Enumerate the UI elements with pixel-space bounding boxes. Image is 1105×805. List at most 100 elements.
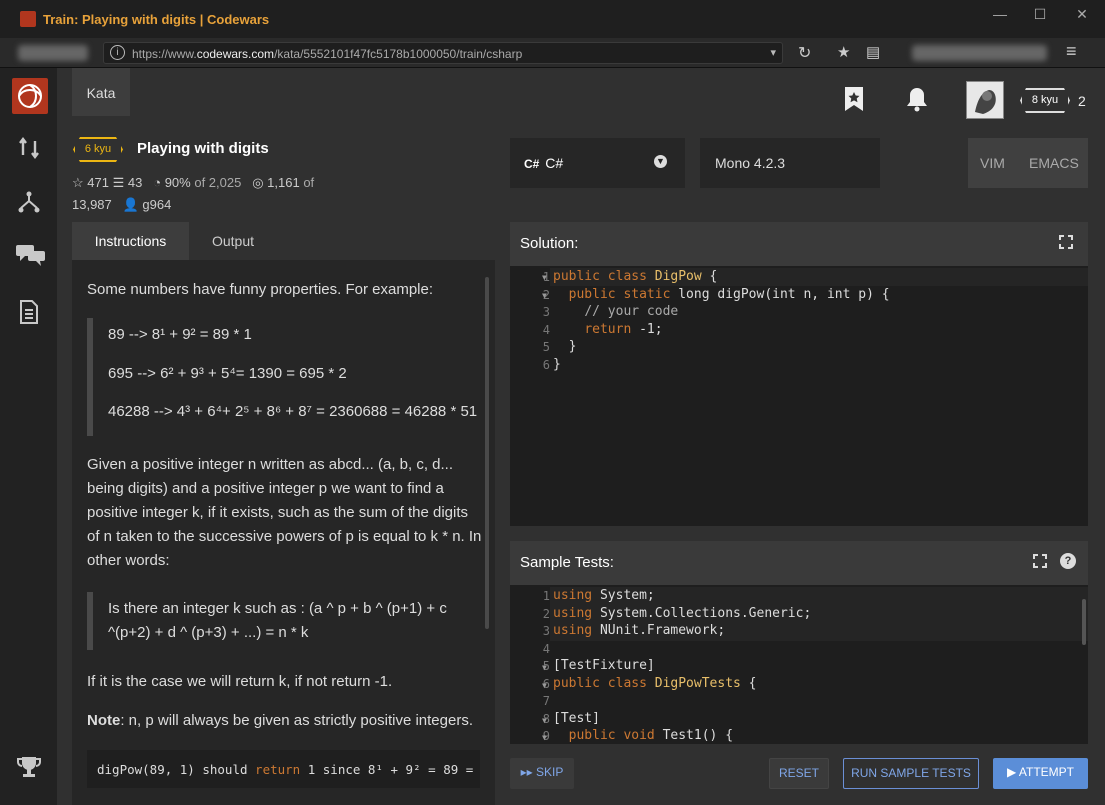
training-icon[interactable] — [16, 135, 42, 161]
total-count: 13,987 — [72, 197, 112, 212]
skip-button[interactable]: ▸▸ SKIP — [510, 758, 574, 789]
satisfaction-rating: 90% — [164, 175, 191, 190]
solution-header: Solution: — [510, 222, 1088, 266]
instructions-panel: Instructions Output Some numbers have fu… — [72, 222, 495, 805]
user-rank-badge[interactable]: 8 kyu — [1020, 88, 1070, 113]
tab-instructions[interactable]: Instructions — [72, 222, 189, 260]
bookmark-icon[interactable] — [843, 86, 865, 117]
example-line: 89 --> 8¹ + 9² = 89 * 1 — [108, 326, 252, 343]
sample-tests-panel: Sample Tests: ? 1 2 3 4 5 6 7 8 9 ▼ ▼ ▼ … — [510, 541, 1088, 744]
main-area: Kata 8 kyu 2 6 kyu Playing with digits ☆… — [57, 68, 1105, 805]
blurred-extensions — [912, 45, 1047, 61]
line-number: 5 — [542, 340, 550, 354]
description-paragraph: Given a positive integer n written as ab… — [87, 456, 482, 569]
return-rule-text: If it is the case we will return k, if n… — [87, 673, 393, 690]
url-text[interactable]: https://www.codewars.com/kata/5552101f47… — [132, 47, 522, 61]
leaderboard-icon[interactable] — [16, 754, 42, 780]
skip-icon: ▸▸ — [520, 765, 537, 779]
vim-mode-button[interactable]: VIM — [980, 138, 1005, 188]
reload-icon[interactable]: ↻ — [798, 43, 811, 63]
editor-modes: VIM EMACS — [968, 138, 1088, 188]
line-number: 1 — [542, 589, 550, 603]
example-code-block: digPow(89, 1) should return 1 since 8¹ +… — [87, 750, 480, 788]
instructions-scrollbar[interactable] — [485, 277, 489, 629]
blurred-nav-buttons — [18, 45, 88, 61]
language-select[interactable]: C# C# ▼ — [510, 138, 685, 188]
stars-count: 471 — [87, 175, 109, 190]
codewars-logo-icon[interactable] — [12, 78, 48, 114]
forks-icon[interactable] — [16, 189, 42, 215]
completed-of: of — [303, 175, 315, 190]
author-icon: 👤 — [122, 197, 139, 212]
bell-icon[interactable] — [905, 86, 929, 117]
collections-count: 43 — [127, 175, 143, 190]
kata-tab[interactable]: Kata — [72, 68, 130, 116]
chevron-down-icon[interactable]: ▾ — [770, 46, 776, 59]
close-icon[interactable]: ✕ — [1072, 6, 1092, 23]
emacs-mode-button[interactable]: EMACS — [1029, 138, 1079, 188]
completed-icon: ◎ — [252, 175, 264, 190]
reader-icon[interactable]: ▤ — [866, 43, 880, 61]
intro-text: Some numbers have funny properties. For … — [87, 281, 434, 298]
code-line: public class DigPow { public static long… — [553, 269, 890, 372]
line-number: 7 — [542, 694, 550, 708]
docs-icon[interactable] — [16, 299, 42, 325]
attempt-button[interactable]: ▶ ATTEMPT — [993, 758, 1088, 789]
honor-count: 2 — [1078, 93, 1086, 109]
expand-icon[interactable] — [1033, 554, 1049, 570]
csharp-icon: C# — [524, 157, 540, 171]
examples-quote: 89 --> 8¹ + 9² = 89 * 1 695 --> 6² + 9³ … — [87, 318, 480, 436]
bookmark-star-icon[interactable]: ★ — [837, 43, 850, 61]
kata-title: Playing with digits — [137, 140, 269, 157]
tab-title[interactable]: Train: Playing with digits | Codewars — [43, 12, 269, 27]
discuss-icon[interactable] — [16, 241, 45, 267]
line-number: 4 — [542, 322, 550, 337]
version-select[interactable]: Mono 4.2.3 — [700, 138, 880, 188]
collection-icon: ☰ — [112, 175, 125, 190]
note-body: : n, p will always be given as strictly … — [120, 712, 473, 729]
question-quote: Is there an integer k such as : (a ^ p +… — [87, 592, 480, 650]
tests-scrollbar[interactable] — [1082, 599, 1086, 645]
maximize-icon[interactable]: ☐ — [1030, 6, 1050, 23]
browser-toolbar: i https://www.codewars.com/kata/5552101f… — [0, 38, 1105, 68]
instructions-tabs: Instructions Output — [72, 222, 495, 260]
line-number: 2 — [542, 606, 550, 621]
solution-editor[interactable]: 1 2 3 4 5 6 ▼ ▼ public class DigPow { pu… — [510, 266, 1088, 526]
code-line: using System; using System.Collections.G… — [553, 588, 812, 743]
sample-tests-editor[interactable]: 1 2 3 4 5 6 7 8 9 ▼ ▼ ▼ ▼ using System; … — [510, 585, 1088, 744]
kata-rank-badge: 6 kyu — [73, 137, 123, 162]
line-number: 3 — [542, 305, 550, 319]
line-number: 3 — [542, 624, 550, 638]
example-line: 695 --> 6² + 9³ + 5⁴= 1390 = 695 * 2 — [108, 365, 347, 382]
example-line: 46288 --> 4³ + 6⁴+ 2⁵ + 8⁶ + 8⁷ = 236068… — [108, 403, 478, 420]
minimize-icon[interactable]: — — [990, 6, 1010, 22]
browser-titlebar: Train: Playing with digits | Codewars — … — [0, 0, 1105, 38]
line-number: 6 — [542, 357, 550, 372]
expand-icon[interactable] — [1059, 235, 1075, 251]
address-bar[interactable]: i https://www.codewars.com/kata/5552101f… — [103, 42, 783, 64]
kata-stats: ☆ 471 ☰ 43 ◔ 90% of 2,025 ◎ 1,161 of 13,… — [72, 172, 382, 216]
line-number: 4 — [542, 641, 550, 656]
help-icon[interactable]: ? — [1060, 553, 1076, 569]
gauge-icon: ◔ — [153, 175, 162, 190]
play-icon: ▶ — [1006, 765, 1019, 779]
info-icon[interactable]: i — [110, 45, 125, 60]
tab-output[interactable]: Output — [189, 222, 277, 260]
codewars-favicon-icon — [20, 11, 36, 27]
solution-panel: Solution: 1 2 3 4 5 6 ▼ ▼ public class D… — [510, 222, 1088, 526]
sample-tests-header: Sample Tests: — [510, 541, 1088, 585]
completed-count: 1,161 — [267, 175, 300, 190]
left-sidebar — [0, 68, 57, 805]
avatar[interactable] — [966, 81, 1004, 119]
star-icon: ☆ — [72, 175, 84, 190]
votes-text: of 2,025 — [194, 175, 242, 190]
question-text: Is there an integer k such as : (a ^ p +… — [108, 600, 447, 641]
reset-button[interactable]: RESET — [769, 758, 829, 789]
menu-icon[interactable]: ≡ — [1066, 41, 1077, 62]
note-text: Note: n, p will always be given as stric… — [87, 709, 482, 733]
run-sample-tests-button[interactable]: RUN SAMPLE TESTS — [843, 758, 979, 789]
author-name[interactable]: g964 — [142, 197, 171, 212]
chevron-down-icon[interactable]: ▼ — [654, 155, 667, 168]
note-label: Note — [87, 712, 121, 729]
language-label: C# — [545, 155, 564, 171]
